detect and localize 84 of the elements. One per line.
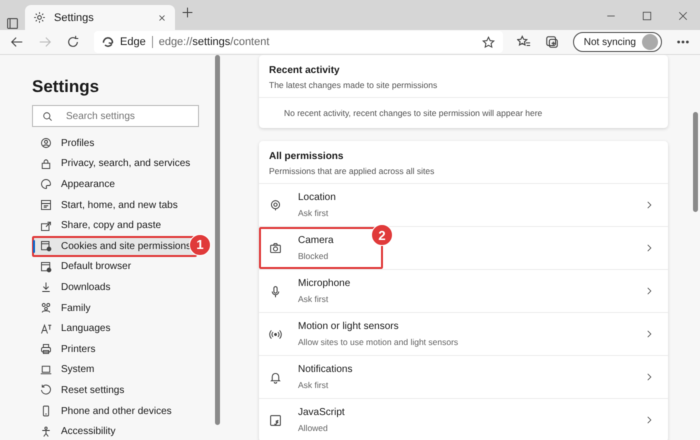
cookie-permissions-icon (40, 240, 52, 252)
accessibility-icon (40, 426, 52, 438)
browser-icon (40, 260, 52, 273)
sidebar-item[interactable]: Family (32, 298, 197, 318)
sidebar-item[interactable]: Reset settings (32, 380, 197, 401)
sidebar-item[interactable]: Printers (32, 338, 197, 360)
laptop-icon (40, 364, 52, 376)
section-title: All permissions (269, 151, 344, 162)
address-bar[interactable]: Edge edge://settings/content (94, 31, 503, 53)
location-icon (269, 198, 282, 212)
callout-badge: 2 (371, 224, 393, 246)
search-icon (42, 111, 53, 122)
permission-row[interactable]: Motion or light sensors Allow sites to use motion and light sensors (259, 313, 668, 356)
settings-icon (33, 11, 46, 24)
permission-status: Ask first (298, 380, 328, 390)
maximize-icon (642, 11, 652, 21)
permission-row[interactable]: Location Ask first (259, 184, 668, 227)
sidebar-item[interactable]: Default browser (32, 256, 197, 278)
permission-status: Allowed (298, 423, 328, 433)
scrollbar[interactable] (215, 55, 220, 425)
avatar-icon (642, 34, 658, 50)
favorite-add-icon (482, 36, 495, 48)
phone-icon (40, 405, 52, 418)
permission-row[interactable]: Notifications Ask first (259, 356, 668, 399)
forward-icon (38, 35, 52, 49)
family-icon (40, 302, 52, 314)
scrollbar[interactable] (693, 112, 698, 212)
camera-icon (269, 242, 282, 254)
home-tabs-icon (40, 199, 52, 212)
sensor-icon (269, 328, 282, 340)
sidebar-item[interactable]: System (32, 360, 197, 380)
search-field[interactable]: Search settings (32, 105, 199, 127)
back-icon (10, 35, 24, 49)
sidebar-title: Settings (32, 77, 100, 97)
profile-icon (40, 137, 52, 150)
site-label: Edge (120, 36, 146, 48)
empty-message: No recent activity, recent changes to site permission will appear here (283, 107, 544, 120)
microphone-icon (269, 284, 282, 298)
permission-name: Camera (298, 235, 334, 246)
permission-status: Ask first (298, 294, 328, 304)
download-icon (40, 281, 52, 294)
close-icon (678, 11, 688, 21)
favorites-icon (516, 35, 531, 49)
collections-icon (544, 35, 559, 49)
permission-name: Microphone (298, 278, 350, 289)
script-icon (269, 414, 282, 426)
permission-row[interactable]: JavaScript Allowed (259, 399, 668, 440)
permission-name: Location (298, 192, 336, 203)
sidebar-item[interactable]: Downloads (32, 277, 197, 298)
permission-status: Ask first (298, 208, 328, 218)
language-icon (40, 322, 52, 335)
profile-button[interactable]: Not syncing (572, 32, 662, 52)
share-icon (40, 220, 52, 232)
permission-name: Motion or light sensors (298, 321, 399, 332)
permission-row[interactable]: Microphone Ask first (259, 270, 668, 313)
lock-icon (40, 158, 52, 170)
sidebar-item[interactable]: Phone and other devices (32, 400, 197, 422)
callout-badge: 1 (189, 234, 211, 256)
sidebar-item[interactable]: Start, home, and new tabs (32, 194, 197, 216)
reset-icon (40, 384, 52, 396)
permission-name: Notifications (298, 364, 352, 375)
sidebar-item[interactable]: Languages (32, 318, 197, 339)
browser-tab[interactable]: Settings (25, 5, 175, 30)
edge-icon (102, 36, 114, 48)
refresh-icon (66, 35, 80, 49)
tab-actions-icon (6, 17, 19, 30)
sidebar-item[interactable]: Accessibility (32, 421, 197, 440)
sidebar-item[interactable]: Appearance (32, 174, 197, 195)
close-icon (157, 12, 167, 22)
sidebar-item[interactable]: Profiles (32, 133, 197, 154)
section-subtitle: Permissions that are applied across all sites (269, 166, 436, 176)
new-tab-icon (181, 6, 194, 19)
bell-icon (269, 370, 282, 384)
section-title: Recent activity (269, 65, 341, 76)
permission-status: Allow sites to use motion and light sensors (298, 337, 458, 347)
url-text: edge://settings/content (158, 36, 270, 48)
palette-icon (40, 178, 52, 190)
permission-status: Blocked (298, 251, 328, 261)
section-subtitle: The latest changes made to site permissions (269, 80, 438, 90)
sidebar-item[interactable]: Cookies and site permissions (32, 236, 197, 257)
sidebar-item[interactable]: Privacy, search, and services (32, 154, 197, 174)
permission-name: JavaScript (298, 407, 345, 418)
sidebar-item[interactable]: Share, copy and paste (32, 215, 197, 236)
printer-icon (40, 343, 52, 356)
